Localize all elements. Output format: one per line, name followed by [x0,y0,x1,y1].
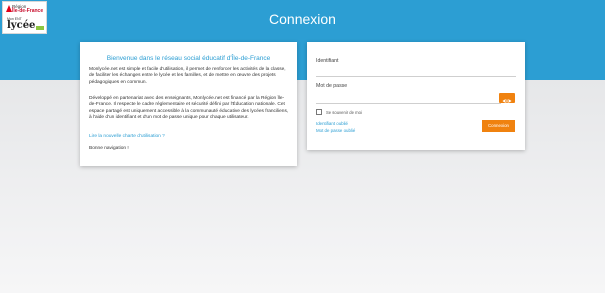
identifier-input[interactable] [316,76,516,77]
password-input[interactable] [316,103,501,104]
eye-icon [502,99,512,103]
closing-text: Bonne navigation ! [89,146,129,151]
password-label: Mot de passe [316,83,348,89]
remember-checkbox[interactable] [316,109,322,115]
connexion-button[interactable]: Connexion [482,120,515,132]
login-card: Identifiant Mot de passe Se souvenir de … [307,42,525,150]
forgot-identifier-link[interactable]: Identifiant oublié [316,121,348,126]
info-card: Bienvenue dans le réseau social éducatif… [80,42,297,166]
partnership-paragraph: Développé en partenariat avec des enseig… [89,96,289,120]
forgot-password-link[interactable]: Mot de passe oublié [316,128,355,133]
page-title: Connexion [269,11,336,27]
identifier-label: Identifiant [316,58,339,64]
show-password-button[interactable] [499,93,515,103]
welcome-heading: Bienvenue dans le réseau social éducatif… [106,55,271,62]
charter-link[interactable]: Lire la nouvelle charte d'utilisation ? [89,134,165,139]
remember-label: Se souvenir de moi [326,109,362,115]
intro-paragraph: Monlycée.net est simple et facile d'util… [89,67,286,85]
